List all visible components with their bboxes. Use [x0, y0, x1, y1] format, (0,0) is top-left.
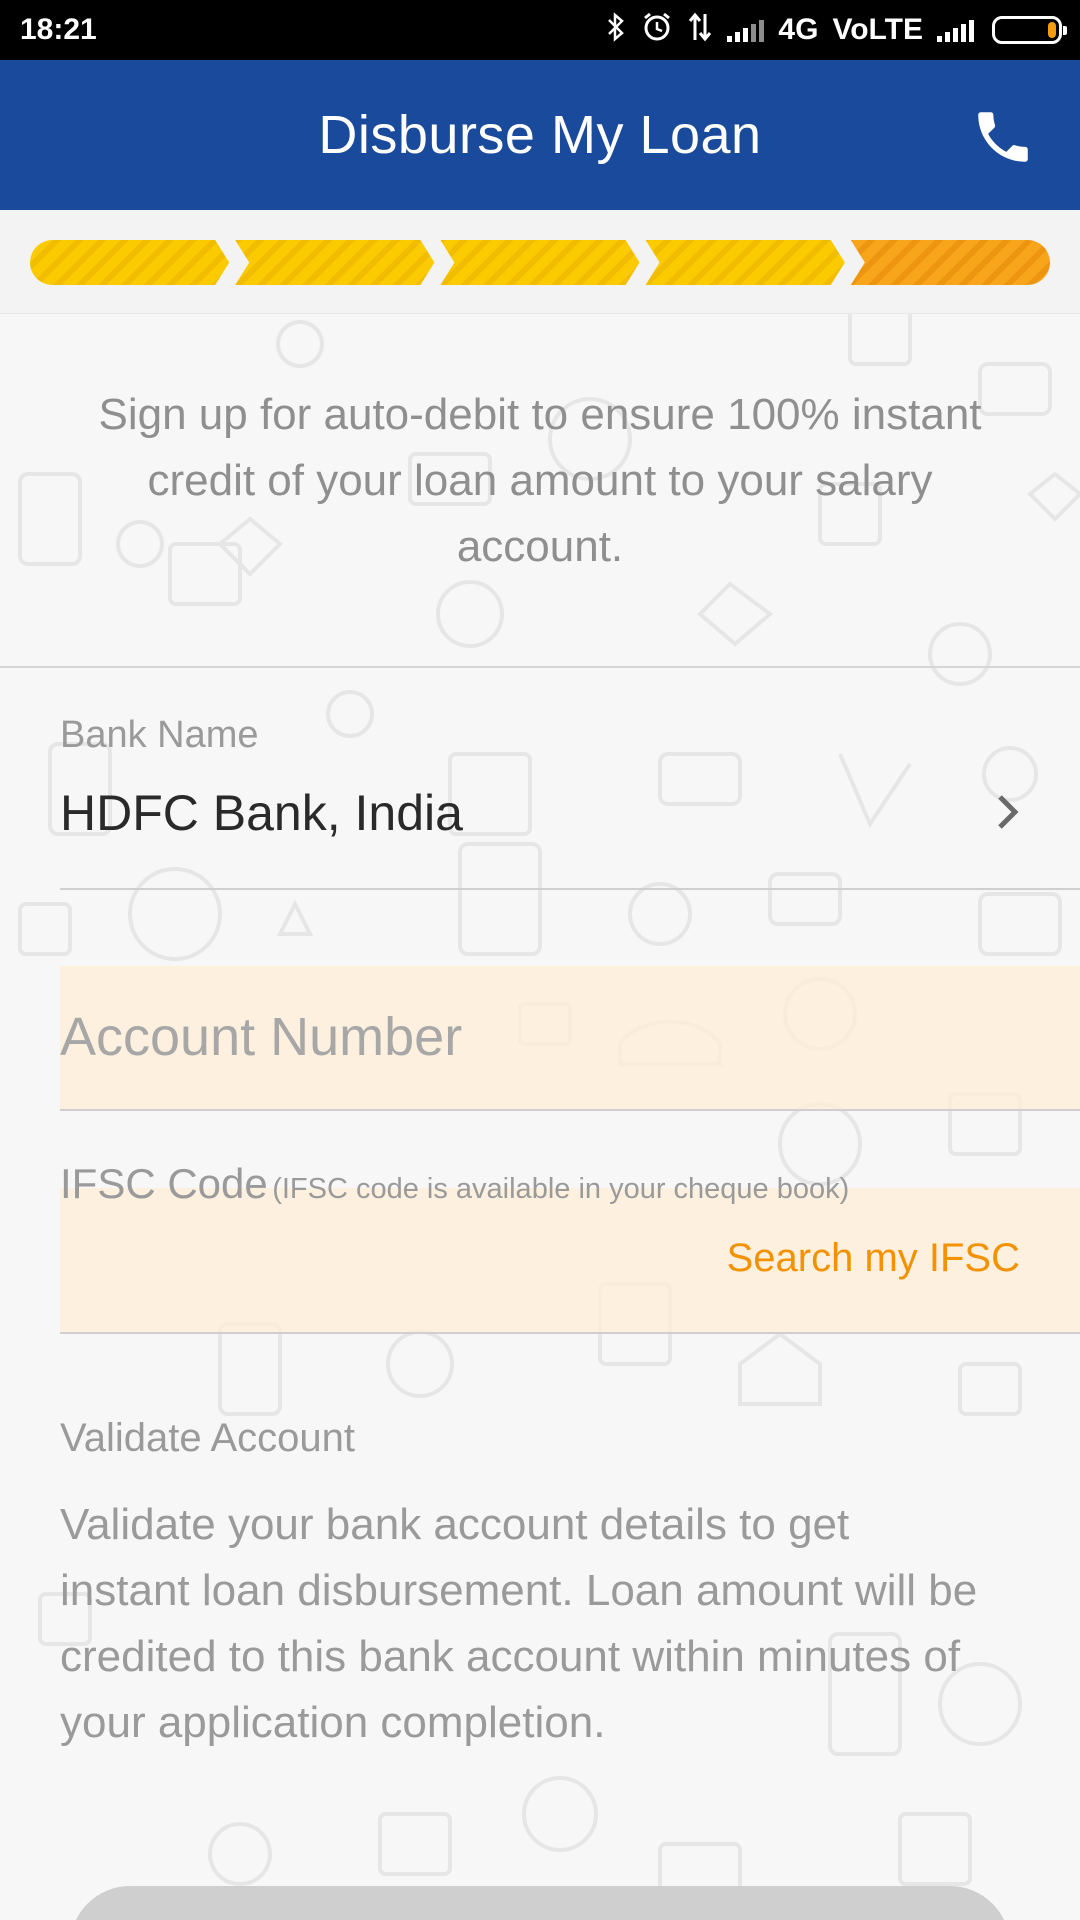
validate-button[interactable] — [70, 1886, 1010, 1920]
divider — [0, 666, 1080, 668]
progress-step-4 — [645, 240, 845, 285]
bank-name-label: Bank Name — [60, 714, 259, 756]
intro-text: Sign up for auto-debit to ensure 100% in… — [98, 390, 982, 571]
signal-icon — [727, 18, 765, 42]
progress-section — [0, 210, 1080, 314]
progress-step-3 — [440, 240, 640, 285]
app-header: Disburse My Loan — [0, 60, 1080, 210]
bank-name-underline — [60, 888, 1080, 890]
validate-account-description: Validate your bank account details to ge… — [60, 1500, 978, 1747]
network-label: 4G — [778, 13, 819, 46]
status-bar: 18:21 4G VoLTE — [0, 0, 1080, 60]
ifsc-label-row: IFSC Code (IFSC code is available in you… — [60, 1160, 849, 1208]
validate-account-title: Validate Account — [60, 1416, 356, 1460]
content-area: Sign up for auto-debit to ensure 100% in… — [0, 314, 1080, 1920]
progress-step-2 — [235, 240, 435, 285]
progress-step-5 — [850, 240, 1050, 285]
ifsc-code-field[interactable]: Search my IFSC — [60, 1188, 1080, 1334]
battery-icon — [992, 16, 1067, 44]
bluetooth-icon — [605, 12, 627, 48]
progress-steps — [30, 240, 1050, 285]
ifsc-code-hint: (IFSC code is available in your cheque b… — [272, 1173, 850, 1205]
page-title: Disburse My Loan — [318, 105, 762, 165]
status-icons: 4G VoLTE — [605, 11, 1067, 49]
volte-label: VoLTE — [832, 13, 923, 46]
bank-name-value[interactable]: HDFC Bank, India — [60, 784, 463, 842]
account-number-field[interactable]: Account Number — [60, 966, 1080, 1111]
ifsc-code-label: IFSC Code — [60, 1160, 268, 1207]
data-transfer-icon — [687, 12, 713, 48]
chevron-right-icon[interactable] — [988, 784, 1028, 840]
signal-strength-icon — [937, 18, 974, 42]
search-ifsc-link[interactable]: Search my IFSC — [727, 1236, 1020, 1281]
call-button[interactable] — [968, 102, 1038, 172]
account-number-placeholder: Account Number — [60, 1007, 463, 1067]
progress-step-1 — [30, 240, 230, 285]
status-time: 18:21 — [20, 13, 97, 46]
phone-icon — [978, 112, 1028, 162]
alarm-icon — [641, 11, 673, 49]
